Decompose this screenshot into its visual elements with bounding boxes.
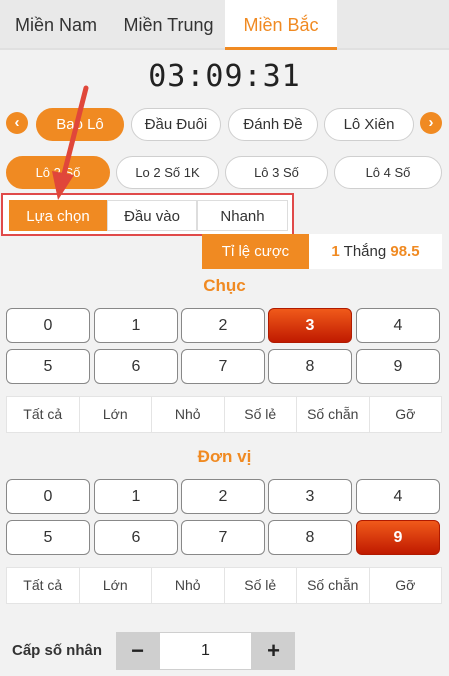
tab-mien-bac[interactable]: Miền Bắc (225, 0, 337, 50)
region-tabs: Miền Nam Miền Trung Miền Bắc (0, 0, 449, 50)
chuc-quick-big[interactable]: Lớn (80, 397, 152, 432)
chuc-number-4[interactable]: 4 (356, 308, 440, 343)
tab-mien-nam[interactable]: Miền Nam (0, 0, 112, 50)
don-vi-number-4[interactable]: 4 (356, 479, 440, 514)
don-vi-number-7[interactable]: 7 (181, 520, 265, 555)
don-vi-quick-row: Tất cả Lớn Nhỏ Số lẻ Số chẵn Gỡ (6, 567, 442, 604)
chuc-number-1[interactable]: 1 (94, 308, 178, 343)
don-vi-quick-even[interactable]: Số chẵn (297, 568, 370, 603)
section-title-don-vi: Đơn vị (197, 447, 252, 466)
chuc-quick-row: Tất cả Lớn Nhỏ Số lẻ Số chẵn Gỡ (6, 396, 442, 433)
chuc-quick-clear[interactable]: Gỡ (370, 397, 442, 432)
sub-type-lo-2-so[interactable]: Lô 2 Số (6, 156, 110, 189)
bet-type-lo-xien[interactable]: Lô Xiên (324, 108, 414, 141)
multiplier-plus-button[interactable]: + (252, 632, 295, 670)
chuc-number-7[interactable]: 7 (181, 349, 265, 384)
method-tabs-highlight: Lựa chọn Đầu vào Nhanh (1, 193, 294, 236)
odds-rate: 98.5 (390, 243, 420, 260)
chuc-number-3[interactable]: 3 (268, 308, 352, 343)
chuc-quick-small[interactable]: Nhỏ (152, 397, 225, 432)
region-tabs-filler (337, 0, 449, 48)
chevron-left-icon[interactable]: ‹ (6, 112, 28, 134)
don-vi-number-6[interactable]: 6 (94, 520, 178, 555)
multiplier-minus-button[interactable]: − (116, 632, 159, 670)
odds-count: 1 (331, 243, 340, 260)
method-tab-nhanh[interactable]: Nhanh (197, 200, 288, 231)
sub-type-lo-2-so-1k[interactable]: Lo 2 Số 1K (116, 156, 219, 189)
multiplier-label: Cấp số nhân (12, 642, 103, 659)
bet-type-danh-de[interactable]: Đánh Đề (228, 108, 318, 141)
chuc-number-9[interactable]: 9 (356, 349, 440, 384)
don-vi-quick-all[interactable]: Tất cả (7, 568, 80, 603)
don-vi-number-9[interactable]: 9 (356, 520, 440, 555)
don-vi-number-5[interactable]: 5 (6, 520, 90, 555)
chuc-quick-all[interactable]: Tất cả (7, 397, 80, 432)
chuc-quick-even[interactable]: Số chẵn (297, 397, 370, 432)
odds-value: 1 Thắng 98.5 (309, 234, 442, 269)
method-tab-lua-chon[interactable]: Lựa chọn (9, 200, 107, 231)
don-vi-quick-clear[interactable]: Gỡ (370, 568, 442, 603)
don-vi-quick-small[interactable]: Nhỏ (152, 568, 225, 603)
tab-mien-trung[interactable]: Miền Trung (112, 0, 225, 50)
don-vi-quick-odd[interactable]: Số lẻ (225, 568, 297, 603)
section-title-chuc: Chục (203, 276, 246, 295)
chuc-number-0[interactable]: 0 (6, 308, 90, 343)
chuc-number-5[interactable]: 5 (6, 349, 90, 384)
chevron-right-icon[interactable]: › (420, 112, 442, 134)
chuc-quick-odd[interactable]: Số lẻ (225, 397, 297, 432)
chuc-number-2[interactable]: 2 (181, 308, 265, 343)
multiplier-input[interactable] (159, 632, 252, 670)
chuc-number-6[interactable]: 6 (94, 349, 178, 384)
countdown-clock: 03:09:31 (148, 59, 301, 94)
bet-type-dau-duoi[interactable]: Đầu Đuôi (131, 108, 221, 141)
sub-type-lo-4-so[interactable]: Lô 4 Số (334, 156, 442, 189)
don-vi-quick-big[interactable]: Lớn (80, 568, 152, 603)
don-vi-number-3[interactable]: 3 (268, 479, 352, 514)
don-vi-number-8[interactable]: 8 (268, 520, 352, 555)
bet-type-bao-lo[interactable]: Bao Lô (36, 108, 124, 141)
odds-label: Tỉ lệ cược (202, 234, 309, 269)
don-vi-number-0[interactable]: 0 (6, 479, 90, 514)
odds-text: Thắng (343, 243, 387, 260)
don-vi-number-1[interactable]: 1 (94, 479, 178, 514)
method-tab-dau-vao[interactable]: Đầu vào (107, 200, 197, 231)
don-vi-number-2[interactable]: 2 (181, 479, 265, 514)
chuc-number-8[interactable]: 8 (268, 349, 352, 384)
sub-type-lo-3-so[interactable]: Lô 3 Số (225, 156, 328, 189)
